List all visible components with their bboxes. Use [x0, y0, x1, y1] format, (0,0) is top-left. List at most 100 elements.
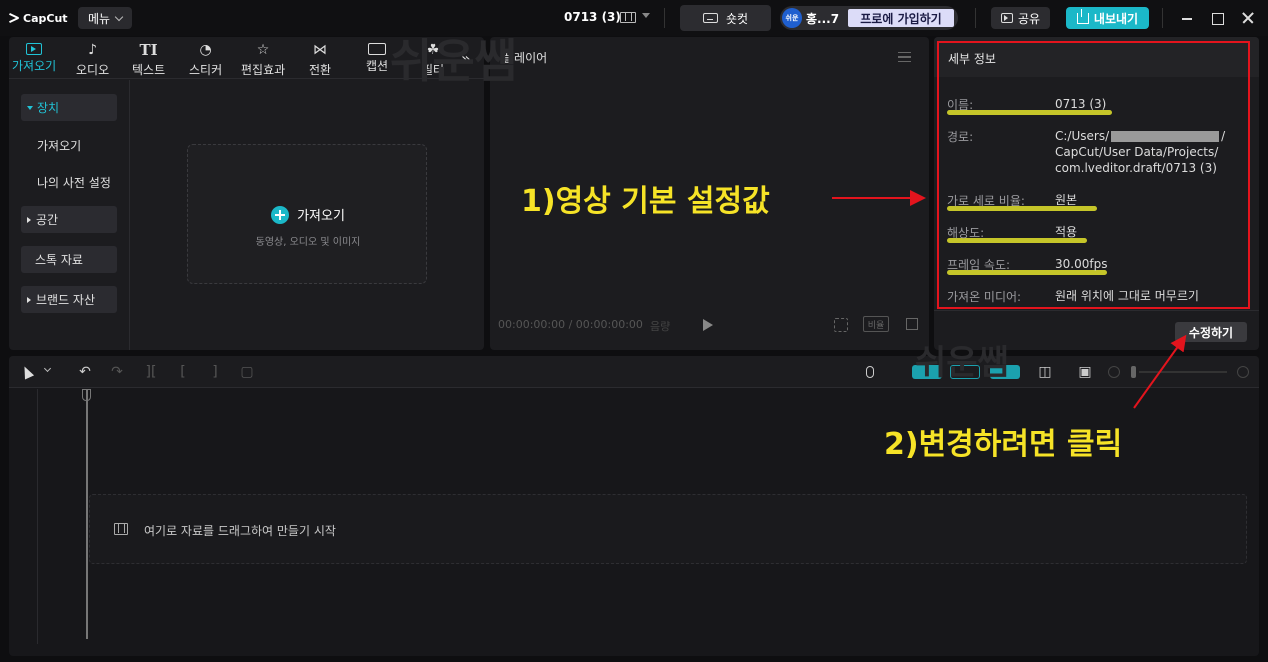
import-dropzone[interactable]: 가져오기 동영상, 오디오 및 이미지 — [187, 144, 427, 284]
sticker-icon: ◔ — [199, 42, 212, 58]
split-left-icon[interactable]: [ — [175, 364, 191, 380]
tab-label: 스티커 — [189, 63, 223, 77]
maximize-icon[interactable] — [1210, 11, 1224, 25]
menu-button[interactable]: 메뉴 — [78, 7, 132, 29]
link-button[interactable] — [990, 364, 1020, 380]
timecode: 00:00:00:00 / 00:00:00:00 — [498, 318, 643, 331]
undo-icon[interactable]: ↶ — [77, 364, 93, 380]
keyboard-icon — [702, 13, 718, 23]
magnet-main-track-button[interactable] — [912, 364, 942, 380]
detail-label-imported-media: 가져온 미디어: — [947, 290, 1022, 304]
close-icon[interactable] — [1241, 11, 1255, 25]
tab-label: 편집효과 — [241, 63, 286, 77]
caret-right-icon — [27, 296, 31, 303]
timeline-dropzone[interactable]: 여기로 자료를 드래그하여 만들기 시작 — [89, 494, 1247, 564]
sidebar-item-space[interactable]: 공간 — [21, 206, 117, 233]
layout-icon[interactable] — [620, 12, 636, 23]
menu-icon[interactable] — [898, 52, 911, 62]
tab-label: 오디오 — [76, 63, 110, 77]
more-tabs-icon[interactable]: » — [461, 49, 471, 68]
play-icon[interactable] — [703, 319, 713, 331]
tab-filter[interactable]: ☘ 필터 — [422, 37, 444, 79]
delete-icon[interactable]: ▢ — [239, 364, 255, 380]
capcut-logo-icon — [8, 12, 20, 24]
tab-caption[interactable]: 캡션 — [366, 37, 388, 79]
cursor-icon — [19, 364, 35, 380]
sidebar-item-stock[interactable]: 스톡 자료 — [21, 246, 117, 273]
sidebar-item-brand[interactable]: 브랜드 자산 — [21, 286, 117, 313]
tab-label: 캡션 — [366, 59, 389, 73]
record-audio-button[interactable] — [862, 364, 878, 380]
detail-label-name: 이름: — [947, 98, 974, 112]
redo-icon[interactable]: ↷ — [109, 364, 125, 380]
tab-effects[interactable]: ☆ 편집효과 — [241, 37, 285, 79]
tab-audio[interactable]: ♪ 오디오 — [76, 37, 109, 79]
pro-subscribe-button[interactable]: 프로에 가입하기 — [848, 9, 954, 27]
zoom-slider[interactable] — [1139, 371, 1227, 373]
fullscreen-icon[interactable] — [906, 318, 918, 330]
tab-label: 전환 — [309, 63, 332, 77]
timeline-toolbar: ↶ ↷ ][ [ ] ▢ ◫ ▣ — [9, 356, 1259, 388]
tab-text[interactable]: TI 텍스트 — [132, 37, 165, 79]
microphone-icon — [866, 366, 874, 378]
minimize-icon[interactable] — [1180, 11, 1194, 25]
text-icon: TI — [139, 41, 158, 59]
import-icon — [26, 43, 43, 55]
tab-label: 필터 — [422, 63, 445, 77]
playhead[interactable] — [86, 389, 88, 639]
split-right-icon[interactable]: ] — [207, 364, 223, 380]
zoom-slider-handle[interactable] — [1131, 366, 1136, 378]
detail-label-aspect: 가로 세로 비율: — [947, 194, 1025, 208]
insert-icon[interactable]: ◫ — [1037, 364, 1053, 380]
zoom-out-icon — [1108, 366, 1120, 378]
project-title: 0713 (3) — [564, 10, 621, 24]
focus-icon[interactable] — [834, 318, 848, 332]
share-button[interactable]: 공유 — [991, 7, 1050, 29]
sidebar-item-label: 공간 — [36, 213, 59, 227]
shortcut-button[interactable]: 숏컷 — [680, 5, 771, 31]
volume-label: 음량 — [650, 320, 671, 333]
path-line: com.lveditor.draft/0713 (3) — [1055, 161, 1217, 175]
sidebar-item-device[interactable]: 장치 — [21, 94, 117, 121]
tab-label: 가져오기 — [12, 59, 57, 73]
detail-value-aspect: 원본 — [1055, 193, 1078, 207]
chevron-down-icon — [43, 364, 51, 373]
import-subtitle: 동영상, 오디오 및 이미지 — [255, 237, 361, 248]
share-icon — [1000, 13, 1013, 23]
user-name: 홍...7 — [806, 12, 840, 26]
plus-icon — [271, 205, 290, 224]
details-panel: 세부 정보 이름: 0713 (3) 경로: C:/Users/ / CapCut… — [934, 37, 1259, 350]
split-icon[interactable]: ][ — [143, 364, 159, 380]
sidebar-item-my-presets[interactable]: 나의 사전 설정 — [21, 169, 117, 196]
user-account[interactable]: 쉬운 홍...7 프로에 가입하기 — [780, 6, 958, 30]
path-line: CapCut/User Data/Projects/ — [1055, 145, 1219, 159]
edit-button[interactable]: 수정하기 — [1175, 322, 1247, 342]
ratio-button[interactable]: 비율 — [863, 316, 889, 332]
sidebar-item-import[interactable]: 가져오기 — [21, 132, 117, 159]
export-label: 내보내기 — [1093, 11, 1139, 26]
menu-label: 메뉴 — [87, 11, 111, 26]
import-title: 가져오기 — [297, 209, 345, 224]
preview-icon[interactable]: ▣ — [1077, 364, 1093, 380]
export-button[interactable]: 내보내기 — [1066, 7, 1149, 29]
shortcut-label: 숏컷 — [725, 11, 749, 26]
caret-down-icon — [27, 105, 33, 110]
tab-label: 텍스트 — [132, 63, 166, 77]
zoom-in-button[interactable] — [1235, 364, 1251, 380]
chevron-down-icon — [114, 12, 124, 21]
select-mode-dropdown[interactable] — [39, 362, 55, 378]
detail-label-framerate: 프레임 속도: — [947, 258, 1011, 272]
media-panel: 가져오기 ♪ 오디오 TI 텍스트 ◔ 스티커 ☆ 편집효과 ⋈ 전환 캡션 ☘… — [9, 37, 484, 350]
snap-icon — [950, 365, 980, 379]
tab-transition[interactable]: ⋈ 전환 — [309, 37, 331, 79]
tab-import[interactable]: 가져오기 — [12, 37, 56, 79]
link-icon — [990, 365, 1020, 379]
select-tool[interactable] — [19, 364, 35, 380]
layout-chevron-icon[interactable] — [642, 13, 650, 18]
detail-value-framerate: 30.00fps — [1055, 257, 1108, 271]
tab-sticker[interactable]: ◔ 스티커 — [189, 37, 222, 79]
auto-snap-button[interactable] — [950, 364, 980, 380]
zoom-out-button[interactable] — [1106, 364, 1122, 380]
zoom-in-icon — [1237, 366, 1249, 378]
sidebar-item-label: 스톡 자료 — [35, 253, 83, 267]
